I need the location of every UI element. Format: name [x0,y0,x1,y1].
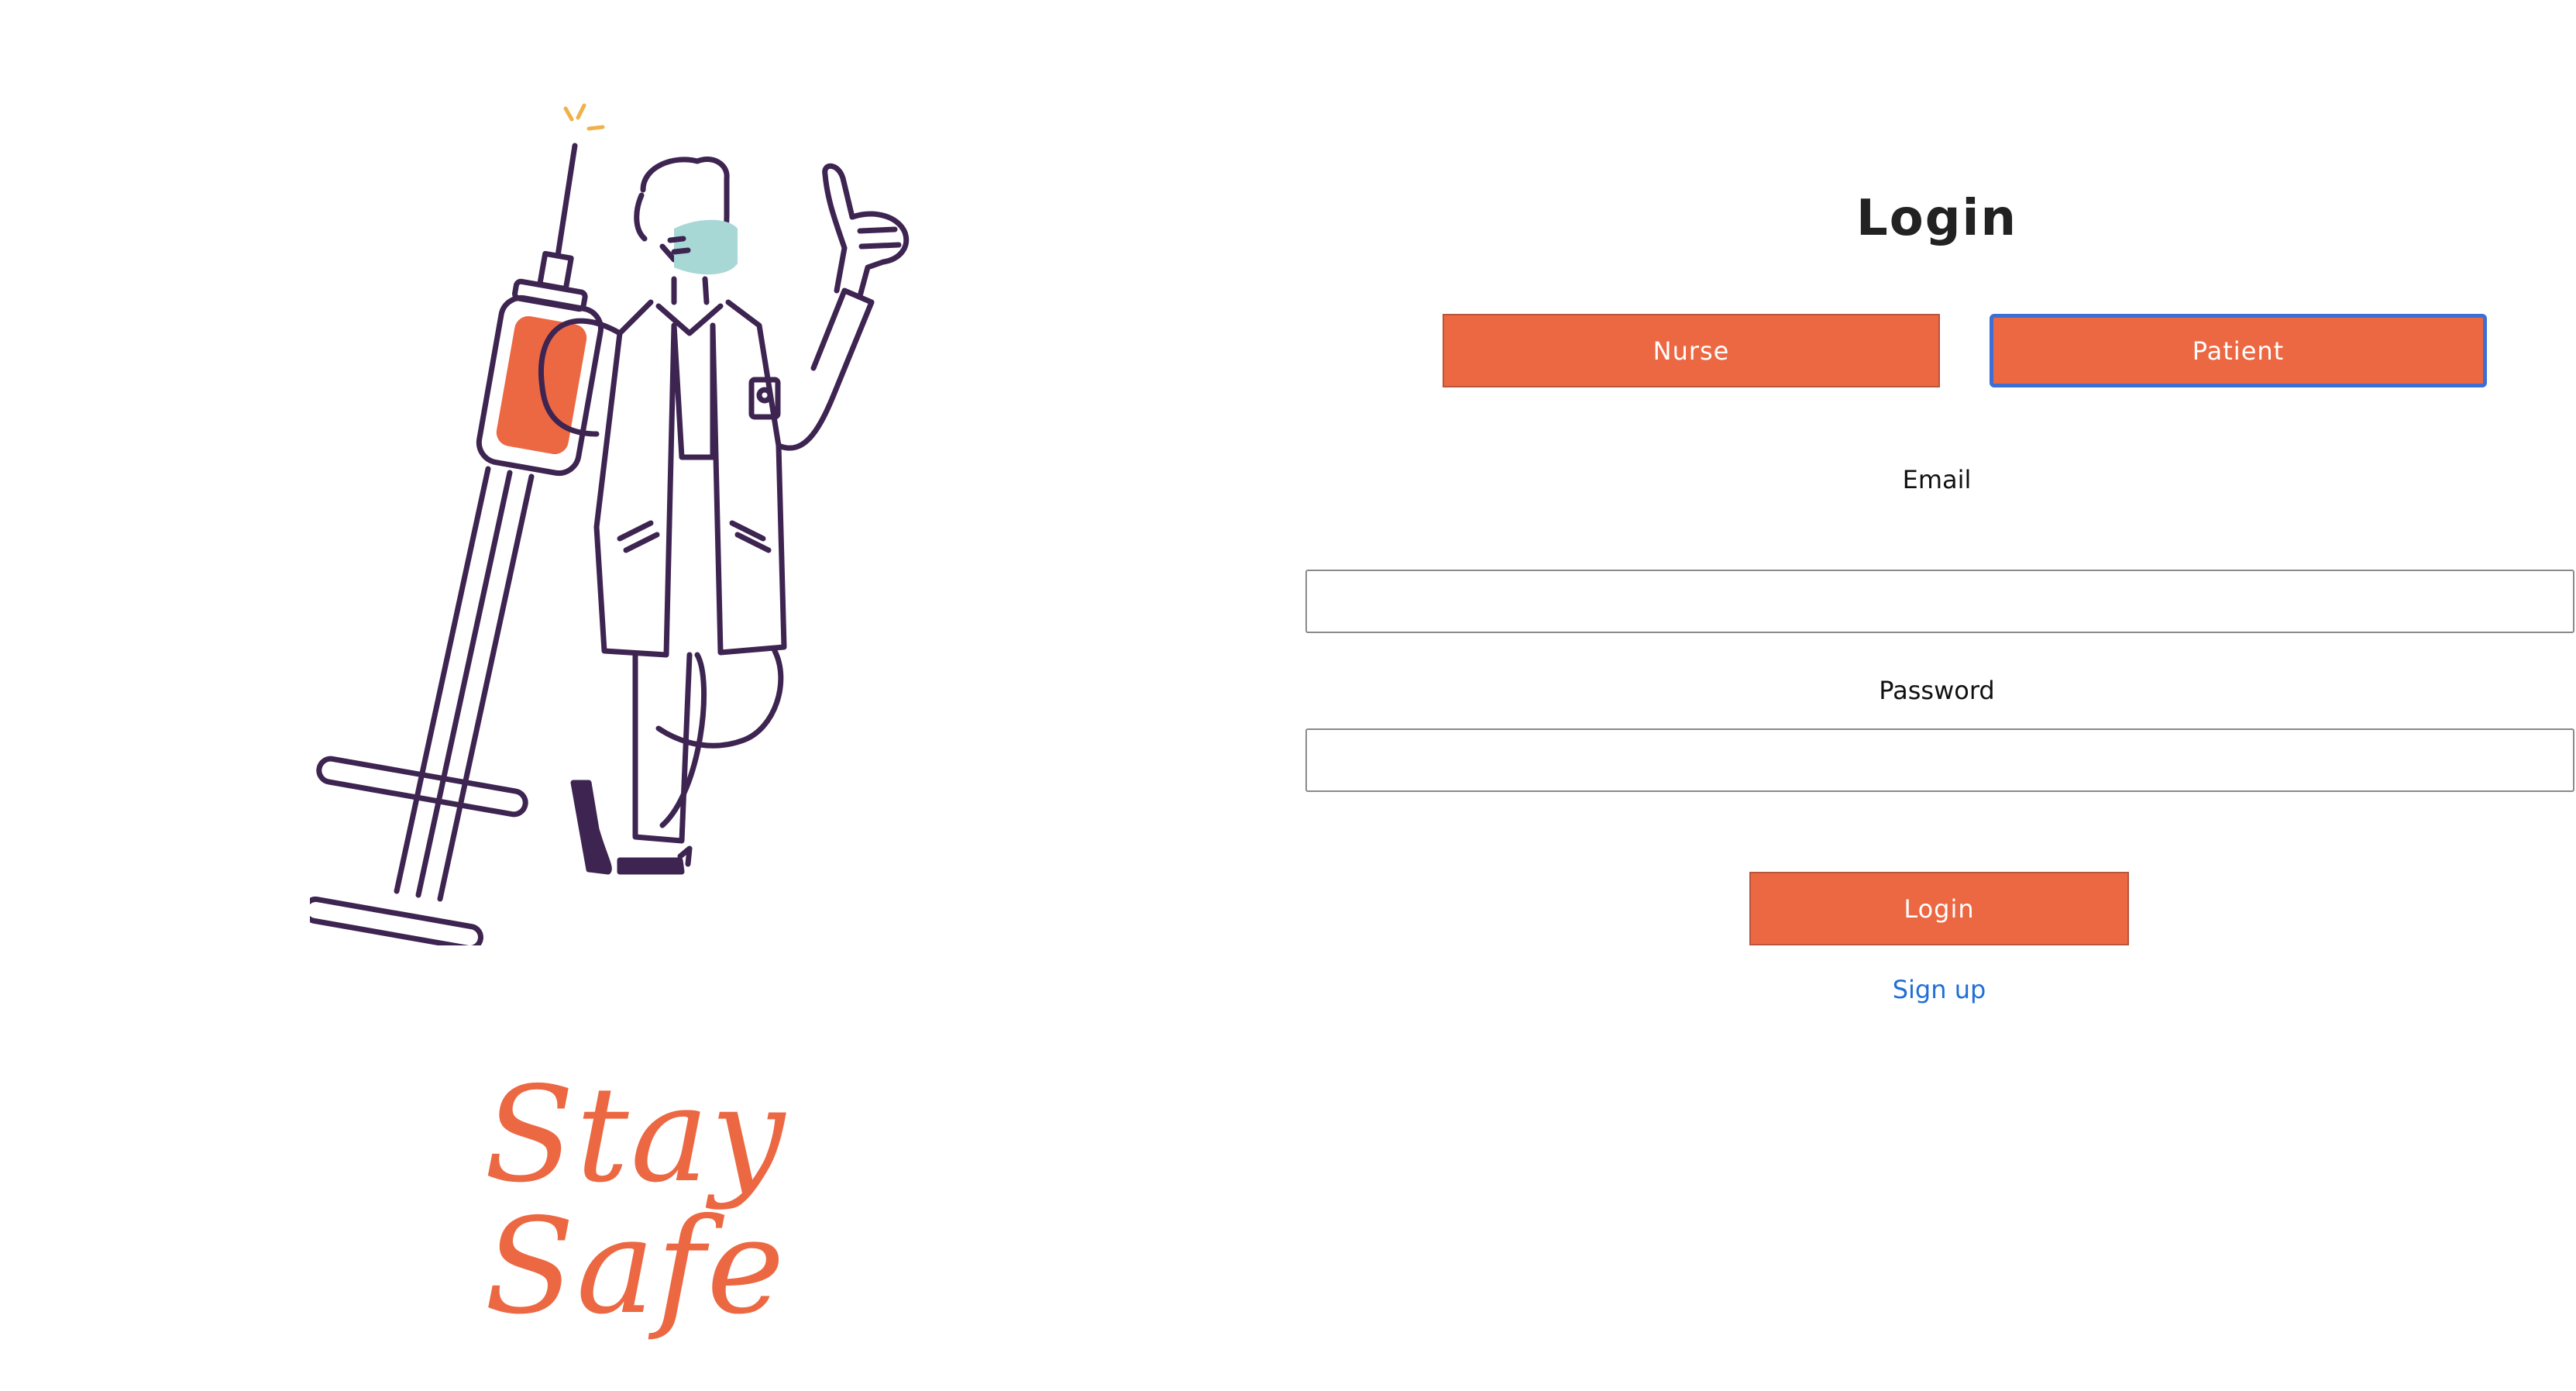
stay-safe-tagline: Stay Safe [483,1059,787,1344]
login-title: Login [1855,190,2018,247]
patient-role-button[interactable]: Patient [1990,314,2487,387]
face-mask [674,219,738,275]
syringe-needle [555,143,578,259]
signup-link[interactable]: Sign up [1790,975,2089,1004]
sparkle-icon [563,103,605,131]
email-field[interactable] [1305,570,2574,633]
shoe-left [570,780,612,875]
shoe-right [617,857,685,875]
password-field[interactable] [1305,728,2574,792]
doctor-syringe-illustration [310,103,910,945]
login-submit-button[interactable]: Login [1749,872,2129,945]
password-label: Password [1879,676,1995,705]
nurse-role-button[interactable]: Nurse [1443,314,1940,387]
email-label: Email [1902,465,1972,494]
